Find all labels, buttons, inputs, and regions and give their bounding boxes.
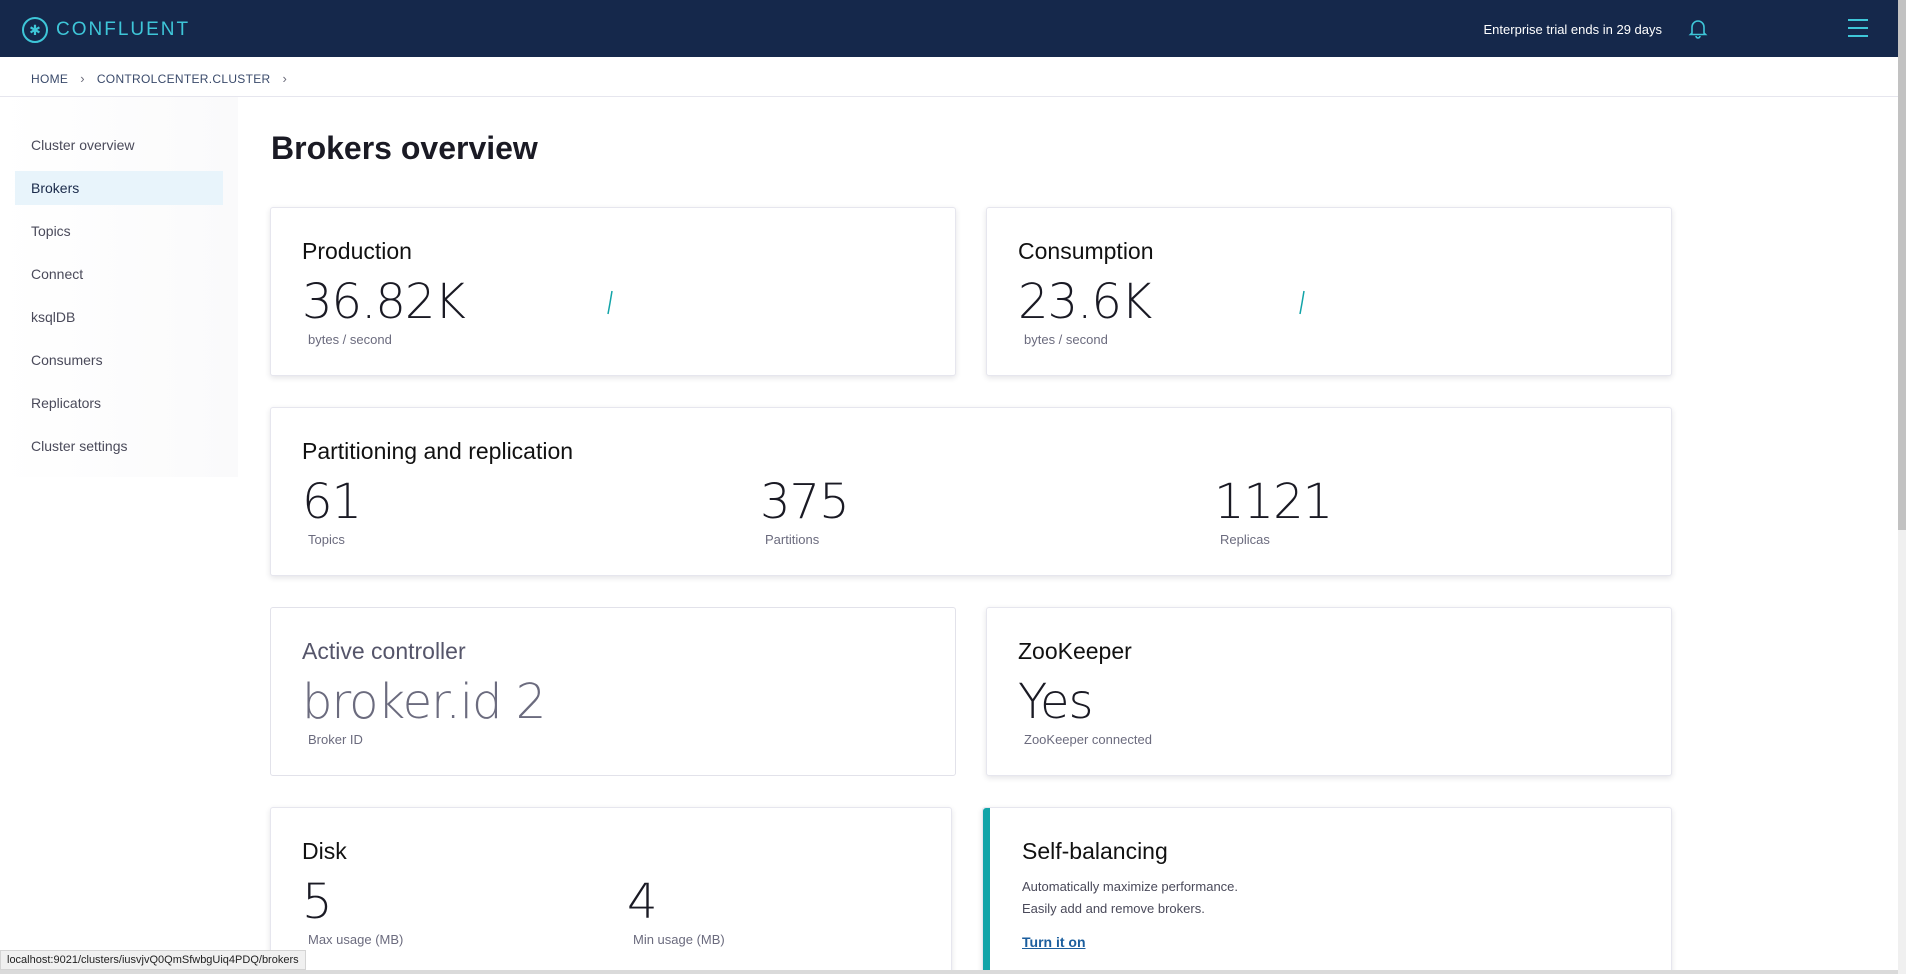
sidebar-item-replicators[interactable]: Replicators [15, 386, 223, 420]
self-balancing-title: Self-balancing [1022, 838, 1168, 864]
self-balancing-line-2: Easily add and remove brokers. [1022, 901, 1205, 916]
production-unit: bytes / second [308, 332, 392, 347]
bell-icon[interactable] [1686, 16, 1710, 40]
browser-status-url: localhost:9021/clusters/iusvjvQ0QmSfwbgU… [0, 950, 306, 970]
page-title: Brokers overview [271, 130, 538, 166]
consumption-unit: bytes / second [1024, 332, 1108, 347]
disk-min-label: Min usage (MB) [633, 932, 725, 947]
turn-it-on-link[interactable]: Turn it on [1022, 934, 1086, 950]
controller-title: Active controller [302, 638, 466, 664]
partitioning-card[interactable]: Partitioning and replication 61 Topics 3… [270, 407, 1672, 576]
sidebar-item-brokers[interactable]: Brokers [15, 171, 223, 205]
production-title: Production [302, 238, 412, 264]
window-bottom-edge [0, 970, 1898, 974]
consumption-card[interactable]: Consumption 23.6K bytes / second [986, 207, 1672, 376]
brand-name: CONFLUENT [56, 19, 191, 40]
chevron-right-icon: › [80, 71, 85, 86]
consumption-title: Consumption [1018, 238, 1154, 264]
sidebar-item-topics[interactable]: Topics [15, 214, 223, 248]
chevron-right-icon: › [282, 71, 288, 86]
replicas-label: Replicas [1220, 532, 1270, 547]
self-balancing-card: Self-balancing Automatically maximize pe… [982, 807, 1672, 974]
breadcrumb-divider [0, 96, 1898, 97]
partitions-count: 375 [760, 474, 850, 530]
partitioning-title: Partitioning and replication [302, 438, 574, 464]
production-value: 36.82K [302, 274, 466, 330]
topics-count: 61 [302, 474, 362, 530]
page-scrollbar[interactable] [1898, 0, 1906, 974]
trial-notice: Enterprise trial ends in 29 days [1483, 22, 1662, 37]
zookeeper-title: ZooKeeper [1018, 638, 1132, 664]
brand-logo[interactable]: ✱ CONFLUENT [22, 17, 190, 43]
disk-min-value: 4 [627, 874, 658, 930]
breadcrumb: HOME › CONTROLCENTER.CLUSTER › [31, 71, 299, 86]
sidebar-item-cluster-overview[interactable]: Cluster overview [15, 128, 223, 162]
top-nav-bar: ✱ CONFLUENT Enterprise trial ends in 29 … [0, 0, 1906, 57]
self-balancing-accent [983, 808, 990, 974]
sidebar-item-cluster-settings[interactable]: Cluster settings [15, 429, 223, 463]
zookeeper-card[interactable]: ZooKeeper Yes ZooKeeper connected [986, 607, 1672, 776]
hamburger-menu-icon[interactable] [1846, 17, 1870, 39]
zookeeper-label: ZooKeeper connected [1024, 732, 1152, 747]
controller-value: broker.id 2 [302, 674, 546, 730]
consumption-value: 23.6K [1018, 274, 1152, 330]
confluent-logo-icon: ✱ [22, 17, 48, 43]
disk-card[interactable]: Disk 5 Max usage (MB) 4 Min usage (MB) [270, 807, 952, 974]
disk-title: Disk [302, 838, 347, 864]
self-balancing-line-1: Automatically maximize performance. [1022, 879, 1239, 894]
active-controller-card: Active controller broker.id 2 Broker ID [270, 607, 956, 776]
zookeeper-value: Yes [1018, 674, 1093, 730]
production-sparkline [607, 290, 613, 315]
scrollbar-thumb[interactable] [1898, 0, 1906, 530]
consumption-sparkline [1299, 290, 1305, 315]
sidebar-item-connect[interactable]: Connect [15, 257, 223, 291]
controller-label: Broker ID [308, 732, 363, 747]
partitions-label: Partitions [765, 532, 820, 547]
sidebar-item-consumers[interactable]: Consumers [15, 343, 223, 377]
topics-label: Topics [308, 532, 345, 547]
sidebar-item-ksqldb[interactable]: ksqlDB [15, 300, 223, 334]
breadcrumb-home[interactable]: HOME [31, 72, 68, 86]
sidebar: Cluster overview Brokers Topics Connect … [0, 97, 238, 477]
replicas-count: 1121 [1214, 474, 1333, 530]
disk-max-label: Max usage (MB) [308, 932, 404, 947]
production-card[interactable]: Production 36.82K bytes / second [270, 207, 956, 376]
disk-max-value: 5 [302, 874, 333, 930]
breadcrumb-cluster[interactable]: CONTROLCENTER.CLUSTER [97, 72, 271, 86]
